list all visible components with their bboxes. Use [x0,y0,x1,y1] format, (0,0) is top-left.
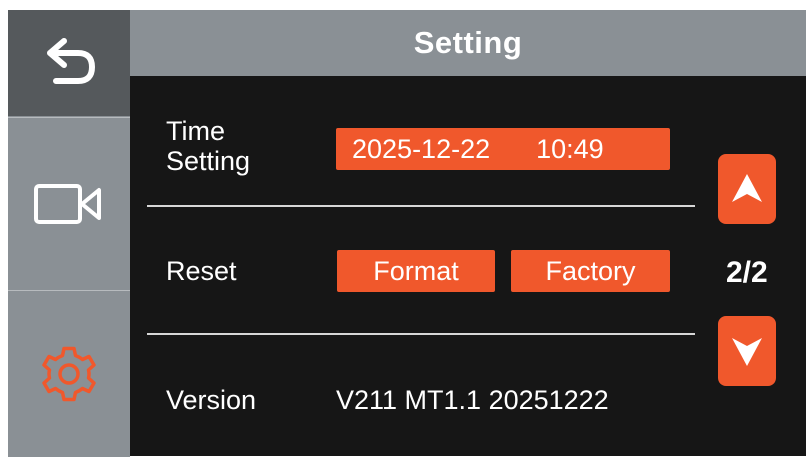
page-up-button[interactable] [718,154,776,224]
format-button[interactable]: Format [337,250,495,292]
page-down-button[interactable] [718,316,776,386]
settings-button[interactable] [8,290,130,457]
divider [147,333,695,335]
record-mode-button[interactable] [8,117,130,290]
back-arrow-icon [47,38,95,84]
header-bar: Setting [130,10,806,76]
arrow-up-icon [732,174,762,202]
sidebar [8,10,130,457]
version-value: V211 MT1.1 20251222 [336,385,609,415]
date-value: 2025-12-22 [352,133,491,164]
arrow-down-icon [732,338,762,366]
clock-value: 10:49 [536,133,604,164]
gear-icon [42,346,96,402]
time-label-line2: Setting [166,146,251,176]
time-setting-label: Time Setting [166,116,250,176]
version-label: Version [166,385,257,415]
back-button[interactable] [8,10,130,116]
time-label-line1: Time [166,116,225,146]
device-screen: Setting Time Setting 2025-12-22 10:49 Re… [8,10,806,457]
time-setting-field[interactable]: 2025-12-22 10:49 [336,128,670,170]
factory-reset-button[interactable]: Factory [511,250,670,292]
video-camera-icon [34,184,101,224]
divider [147,205,695,207]
page-title: Setting [413,25,523,60]
reset-label: Reset [166,256,237,286]
page-indicator: 2/2 [726,256,768,289]
